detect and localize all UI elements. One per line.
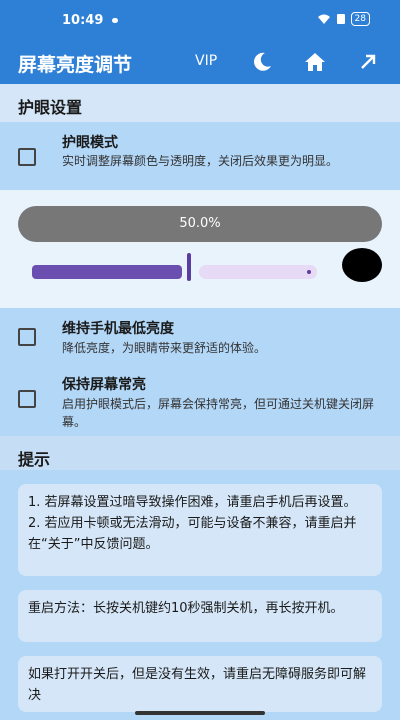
home-indicator[interactable] <box>135 711 265 715</box>
arrow-up-right-icon[interactable] <box>356 50 380 74</box>
sim-icon <box>336 14 345 24</box>
color-preview-circle[interactable] <box>342 248 382 282</box>
eye-mode-desc: 实时调整屏幕颜色与透明度，关闭后效果更为明显。 <box>62 154 339 168</box>
slider-thumb[interactable] <box>187 253 191 281</box>
slider-active-track[interactable] <box>32 265 182 279</box>
tip-line: 2. 若应用卡顿或无法滑动，可能与设备不兼容，请重启并在“关于”中反馈问题。 <box>28 516 357 552</box>
min-brightness-checkbox[interactable] <box>18 328 36 346</box>
min-brightness-row[interactable]: 维持手机最低亮度 降低亮度，为眼睛带来更舒适的体验。 <box>0 308 400 364</box>
eye-settings-title: 护眼设置 <box>18 98 83 117</box>
vip-button[interactable]: VIP <box>195 53 217 69</box>
moon-icon[interactable] <box>250 50 274 74</box>
keep-screen-on-checkbox[interactable] <box>18 390 36 408</box>
slider-end-dot <box>307 270 311 274</box>
tips-header: 提示 <box>0 436 400 470</box>
app-bar: 屏幕亮度调节 VIP <box>0 40 400 84</box>
slider-panel: 50.0% <box>0 190 400 308</box>
tip-line: 如果打开开关后，但是没有生效，请重启无障碍服务即可解决 <box>28 667 367 703</box>
min-brightness-desc: 降低亮度，为眼睛带来更舒适的体验。 <box>62 341 267 355</box>
keep-screen-on-title: 保持屏幕常亮 <box>62 377 146 393</box>
percent-display: 50.0% <box>18 206 382 242</box>
app-title: 屏幕亮度调节 <box>18 54 133 76</box>
tip-line: 1. 若屏幕设置过暗导致操作困难，请重启手机后再设置。 <box>28 495 357 510</box>
notification-dot-icon <box>112 18 118 23</box>
tip-card: 1. 若屏幕设置过暗导致操作困难，请重启手机后再设置。 2. 若应用卡顿或无法滑… <box>18 484 382 576</box>
tips-title: 提示 <box>18 450 51 469</box>
eye-settings-header: 护眼设置 <box>0 84 400 122</box>
keep-screen-on-desc: 启用护眼模式后，屏幕会保持常亮，但可通过关机键关闭屏幕。 <box>62 397 375 429</box>
status-bar: 10:49 28 <box>0 0 400 40</box>
battery-icon: 28 <box>350 12 370 26</box>
eye-mode-title: 护眼模式 <box>62 135 118 151</box>
status-time: 10:49 <box>62 13 104 28</box>
slider-inactive-track[interactable] <box>199 265 317 279</box>
keep-screen-on-row[interactable]: 保持屏幕常亮 启用护眼模式后，屏幕会保持常亮，但可通过关机键关闭屏幕。 <box>0 364 400 436</box>
eye-mode-row[interactable]: 护眼模式 实时调整屏幕颜色与透明度，关闭后效果更为明显。 <box>0 122 400 190</box>
min-brightness-title: 维持手机最低亮度 <box>62 321 174 337</box>
tip-card: 如果打开开关后，但是没有生效，请重启无障碍服务即可解决 <box>18 656 382 712</box>
status-icons: 28 <box>317 12 370 26</box>
tip-line: 重启方法：长按关机键约10秒强制关机，再长按开机。 <box>28 601 344 616</box>
home-icon[interactable] <box>303 50 327 74</box>
tip-card: 重启方法：长按关机键约10秒强制关机，再长按开机。 <box>18 590 382 642</box>
eye-mode-checkbox[interactable] <box>18 148 36 166</box>
wifi-icon <box>317 14 330 24</box>
